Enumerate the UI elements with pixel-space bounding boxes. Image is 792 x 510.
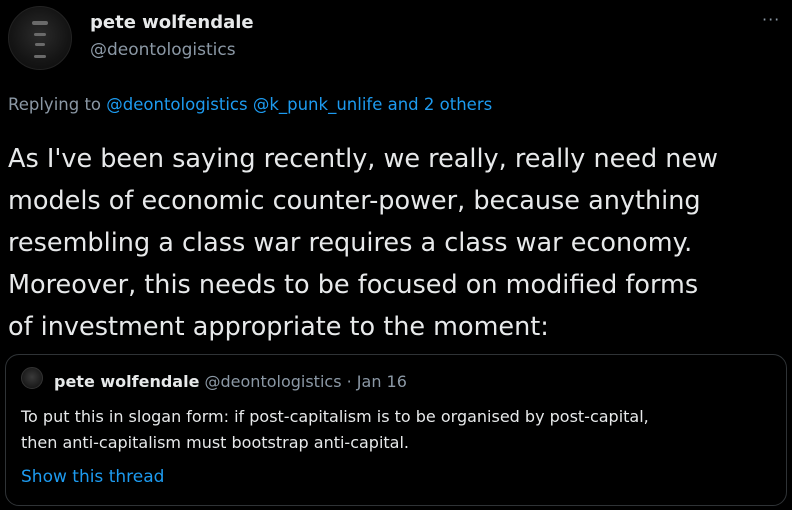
quoted-tweet-text: To put this in slogan form: if post-capi…: [21, 407, 649, 452]
replying-to-line: Replying to @deontologistics @k_punk_unl…: [8, 95, 492, 114]
avatar-mark: [34, 33, 46, 36]
author-display-name[interactable]: pete wolfendale: [90, 12, 254, 33]
quoted-separator: ·: [341, 372, 357, 391]
quoted-author-name: pete wolfendale: [54, 372, 200, 391]
quoted-author-handle: @deontologistics: [204, 372, 342, 391]
avatar-mark: [32, 21, 48, 25]
quoted-tweet-header: pete wolfendale @deontologistics · Jan 1…: [54, 372, 407, 391]
avatar-mark: [34, 55, 46, 58]
author-handle[interactable]: @deontologistics: [90, 40, 236, 60]
quoted-tweet-date: Jan 16: [356, 372, 407, 391]
quoted-author-avatar: [21, 367, 43, 389]
more-horizontal-icon[interactable]: ···: [762, 10, 780, 29]
author-avatar[interactable]: [8, 6, 72, 70]
replying-to-prefix: Replying to: [8, 95, 107, 114]
avatar-mark: [35, 43, 45, 46]
tweet-text: As I've been saying recently, we really,…: [8, 144, 718, 342]
reply-mentions-link[interactable]: @deontologistics @k_punk_unlife and 2 ot…: [106, 95, 492, 114]
show-thread-link[interactable]: Show this thread: [21, 467, 164, 487]
